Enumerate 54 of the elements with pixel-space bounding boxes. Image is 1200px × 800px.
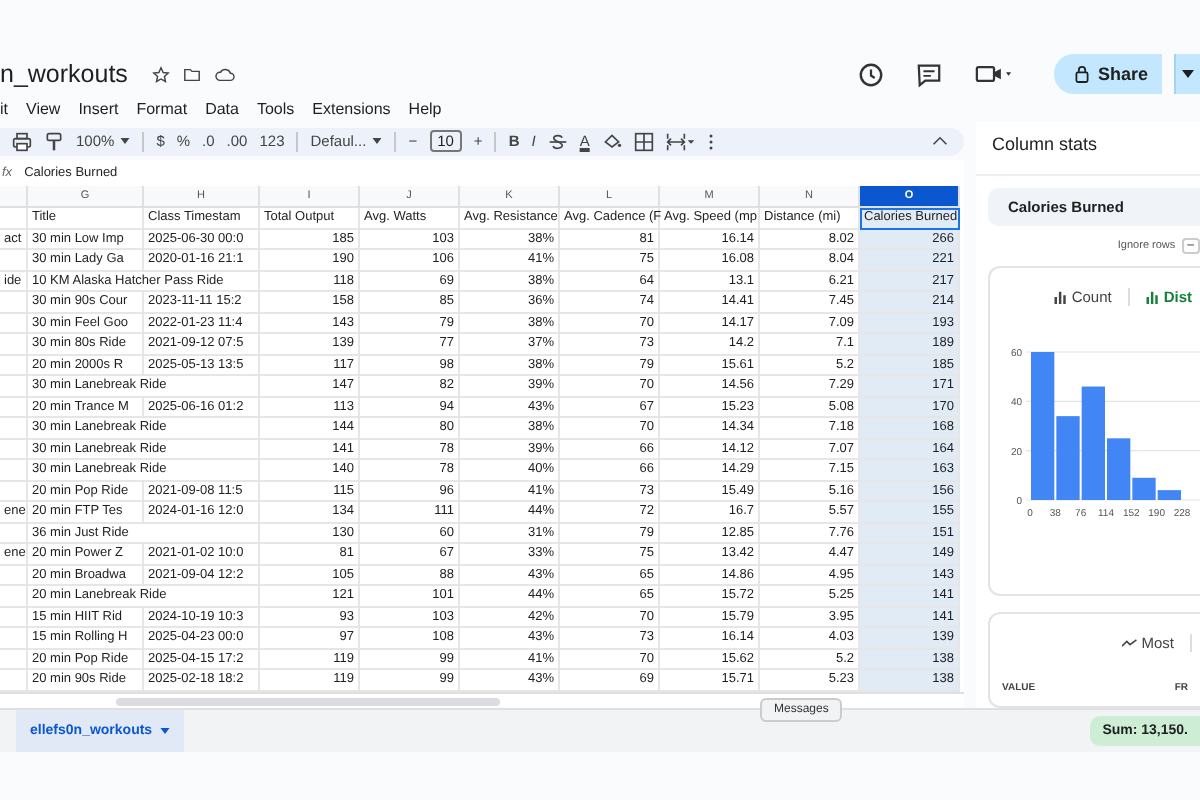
more-options-icon[interactable] [707, 131, 714, 152]
print-icon[interactable] [12, 131, 32, 152]
panel-title: Column stats [976, 122, 1200, 176]
empty-cell [0, 481, 28, 503]
empty-cell [0, 208, 28, 230]
trend-icon [1121, 637, 1138, 647]
paint-format-icon[interactable] [44, 131, 64, 152]
corner-cell[interactable] [0, 186, 28, 209]
empty-cell [0, 439, 28, 461]
empty-cell [0, 565, 28, 587]
history-icon[interactable] [857, 61, 884, 87]
borders-icon[interactable] [633, 131, 654, 152]
horizontal-scrollbar[interactable] [116, 697, 500, 706]
empty-cell [0, 628, 28, 650]
menu-item[interactable]: it [0, 100, 8, 118]
share-button[interactable]: Share [1053, 54, 1162, 94]
strikethrough-icon[interactable] [547, 131, 568, 152]
caret-icon [120, 138, 131, 145]
empty-cell [0, 649, 28, 671]
lock-icon [1073, 64, 1090, 84]
empty-cell [0, 586, 28, 608]
comment-icon[interactable] [915, 61, 942, 87]
empty-cell [0, 523, 28, 545]
empty-cell [0, 250, 28, 272]
video-camera-icon[interactable] [973, 62, 1014, 86]
empty-cell [0, 418, 28, 440]
merge-cells-icon[interactable] [665, 131, 696, 152]
empty-cell [0, 313, 28, 335]
document-title[interactable]: n_workouts [0, 60, 128, 88]
menu-item[interactable]: Insert [78, 100, 119, 118]
caret-icon [160, 728, 171, 734]
share-dropdown-button[interactable] [1174, 54, 1200, 94]
bar-chart-icon [1053, 289, 1068, 303]
empty-cell [0, 376, 28, 398]
caret-icon [1182, 70, 1194, 78]
empty-cell [0, 607, 28, 629]
cloud-icon [213, 65, 236, 83]
empty-cell [0, 460, 28, 482]
caret-icon [372, 138, 383, 145]
collapse-icon[interactable] [932, 136, 948, 147]
menu-item[interactable]: Tools [256, 100, 295, 118]
empty-cell [0, 397, 28, 419]
bar-chart-icon [1145, 289, 1160, 303]
paint-bucket-icon[interactable] [601, 131, 622, 152]
folder-icon[interactable] [181, 65, 202, 83]
empty-cell [0, 334, 28, 356]
menu-item[interactable]: Extensions [312, 100, 391, 118]
menu-item[interactable]: Data [205, 100, 239, 118]
menu-item[interactable]: Help [408, 100, 442, 118]
menu-item[interactable]: View [26, 100, 61, 118]
menu-item[interactable]: Format [136, 100, 188, 118]
empty-cell [0, 292, 28, 314]
star-icon[interactable] [151, 65, 170, 83]
empty-cell [0, 355, 28, 377]
